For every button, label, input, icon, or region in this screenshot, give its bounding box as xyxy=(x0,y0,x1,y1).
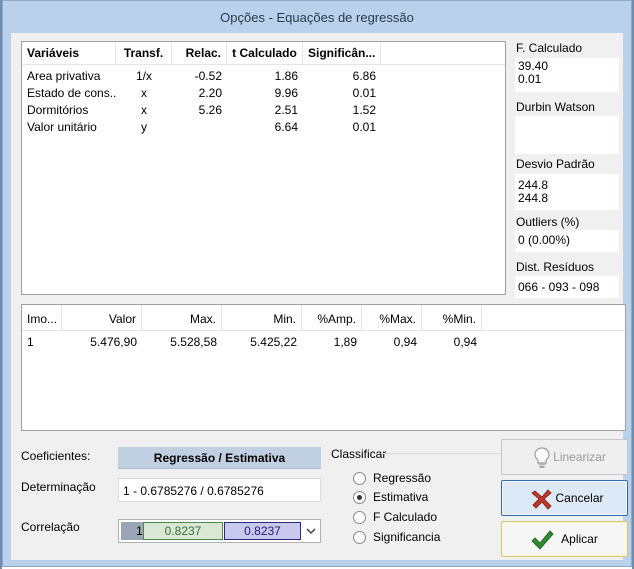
cell-pct-amp: 1,89 xyxy=(333,335,357,349)
correlacao-prefix: 1 xyxy=(121,522,145,540)
radio-circle[interactable] xyxy=(353,510,366,524)
cell-variable: Dormitórios xyxy=(27,103,89,117)
radio-circle-selected[interactable] xyxy=(353,490,366,504)
cell-t-calculado: 1.86 xyxy=(274,69,298,83)
column-header-pct-max[interactable]: %Max. xyxy=(362,305,422,330)
aplicar-button[interactable]: Aplicar xyxy=(501,521,628,557)
checkmark-icon xyxy=(531,530,554,550)
table-row[interactable]: Estado de cons... x 2.20 9.96 0.01 xyxy=(22,84,505,101)
cell-t-calculado: 6.64 xyxy=(274,120,298,134)
lightbulb-icon xyxy=(534,447,550,468)
aplicar-label: Aplicar xyxy=(561,532,598,546)
radio-circle[interactable] xyxy=(353,530,366,544)
x-cancel-icon xyxy=(531,489,552,510)
column-header-pct-amp[interactable]: %Amp. xyxy=(302,305,362,330)
table-row[interactable]: Area privativa 1/x -0.52 1.86 6.86 xyxy=(22,67,505,84)
desvio-padrao-label: Desvio Padrão xyxy=(516,157,595,171)
radio-significancia[interactable]: Significancia xyxy=(353,530,440,544)
radio-estimativa[interactable]: Estimativa xyxy=(353,490,428,504)
cell-significancia: 0.01 xyxy=(352,86,376,100)
desvio-padrao-box: 244.8 244.8 xyxy=(515,174,619,210)
radio-regressao[interactable]: Regressão xyxy=(353,471,431,485)
correlacao-dropdown[interactable]: 1 0.8237 0.8237 xyxy=(118,519,321,543)
cell-transf: 1/x xyxy=(135,69,152,83)
column-header-transf[interactable]: Transf. xyxy=(116,42,172,64)
radio-label: Significancia xyxy=(373,530,441,544)
correlacao-value-a: 0.8237 xyxy=(143,522,223,540)
dialog-client-area: Variáveis Transf. Relac. t Calculado Sig… xyxy=(11,33,628,560)
cell-t-calculado: 2.51 xyxy=(274,103,298,117)
f-calculado-value-2: 0.01 xyxy=(518,72,542,86)
radio-label: Regressão xyxy=(373,471,432,485)
desvio-padrao-value-2: 244.8 xyxy=(518,191,549,205)
window-title: Opções - Equações de regressão xyxy=(220,9,414,25)
f-calculado-label: F. Calculado xyxy=(516,41,583,55)
cell-transf: x xyxy=(141,86,147,100)
durbin-watson-box xyxy=(515,116,619,154)
radio-circle[interactable] xyxy=(353,471,366,485)
cell-significancia: 0.01 xyxy=(352,120,376,134)
outliers-value: 0 (0.00%) xyxy=(515,230,619,252)
cancelar-label: Cancelar xyxy=(555,491,604,505)
variables-table[interactable]: Variáveis Transf. Relac. t Calculado Sig… xyxy=(21,41,506,295)
column-header-valor[interactable]: Valor xyxy=(62,305,142,330)
classificar-label: Classificar xyxy=(331,447,387,461)
coeficientes-label: Coeficientes: xyxy=(21,449,91,463)
table-row[interactable]: 1 5.476,90 5.528,58 5.425,22 1,89 0,94 0… xyxy=(22,331,625,349)
linearizar-label: Linearizar xyxy=(553,450,606,464)
cell-pct-max: 0,94 xyxy=(393,335,417,349)
classificar-divider xyxy=(383,453,501,454)
coeficientes-header: Regressão / Estimativa xyxy=(118,447,321,469)
cell-imovel: 1 xyxy=(27,335,34,349)
column-header-t-calculado[interactable]: t Calculado xyxy=(227,42,303,64)
correlacao-label: Correlação xyxy=(21,520,80,534)
variables-table-header: Variáveis Transf. Relac. t Calculado Sig… xyxy=(22,42,505,65)
cell-relac xyxy=(172,118,227,135)
durbin-watson-label: Durbin Watson xyxy=(516,100,595,114)
chevron-down-icon[interactable] xyxy=(304,523,318,539)
column-header-max[interactable]: Max. xyxy=(142,305,222,330)
cell-t-calculado: 9.96 xyxy=(274,86,298,100)
dist-residuos-value: 066 - 093 - 098 xyxy=(515,276,619,298)
cell-variable: Area privativa xyxy=(27,69,101,83)
cell-significancia: 6.86 xyxy=(352,69,376,83)
cell-transf: x xyxy=(141,103,147,117)
cell-relac: -0.52 xyxy=(194,69,222,83)
radio-label: F Calculado xyxy=(373,510,438,524)
cell-variable: Valor unitário xyxy=(27,120,97,134)
cell-relac: 2.20 xyxy=(198,86,222,100)
estimates-table[interactable]: Imo... Valor Max. Min. %Amp. %Max. %Min.… xyxy=(21,304,626,431)
determinacao-label: Determinação xyxy=(21,480,96,494)
f-calculado-box: 39.40 0.01 xyxy=(515,58,619,92)
cell-relac: 5.26 xyxy=(198,103,222,117)
cell-max: 5.528,58 xyxy=(170,335,217,349)
determinacao-field[interactable]: 1 - 0.6785276 / 0.6785276 xyxy=(118,478,321,502)
column-header-significancia[interactable]: Significân... xyxy=(303,42,381,64)
table-row[interactable]: Dormitórios x 5.26 2.51 1.52 xyxy=(22,101,505,118)
column-header-imovel[interactable]: Imo... xyxy=(22,305,62,330)
estimates-table-header: Imo... Valor Max. Min. %Amp. %Max. %Min. xyxy=(22,305,625,331)
dialog-window: Opções - Equações de regressão Variáveis… xyxy=(2,0,632,567)
correlacao-value-b: 0.8237 xyxy=(224,522,301,540)
outliers-label: Outliers (%) xyxy=(516,215,580,229)
column-header-variaveis[interactable]: Variáveis xyxy=(22,42,116,64)
linearizar-button[interactable]: Linearizar xyxy=(501,439,628,475)
cell-significancia: 1.52 xyxy=(352,103,376,117)
cell-transf: y xyxy=(141,120,147,134)
radio-label: Estimativa xyxy=(373,490,429,504)
column-header-pct-min[interactable]: %Min. xyxy=(422,305,482,330)
table-row[interactable]: Valor unitário y 6.64 0.01 xyxy=(22,118,505,135)
cell-variable: Estado de cons... xyxy=(27,86,116,100)
dist-residuos-label: Dist. Resíduos xyxy=(516,260,595,274)
column-header-relac[interactable]: Relac. xyxy=(172,42,227,64)
column-header-min[interactable]: Min. xyxy=(222,305,302,330)
cancelar-button[interactable]: Cancelar xyxy=(501,480,628,516)
cell-pct-min: 0,94 xyxy=(453,335,477,349)
radio-f-calculado[interactable]: F Calculado xyxy=(353,510,437,524)
cell-valor: 5.476,90 xyxy=(90,335,137,349)
cell-min: 5.425,22 xyxy=(250,335,297,349)
